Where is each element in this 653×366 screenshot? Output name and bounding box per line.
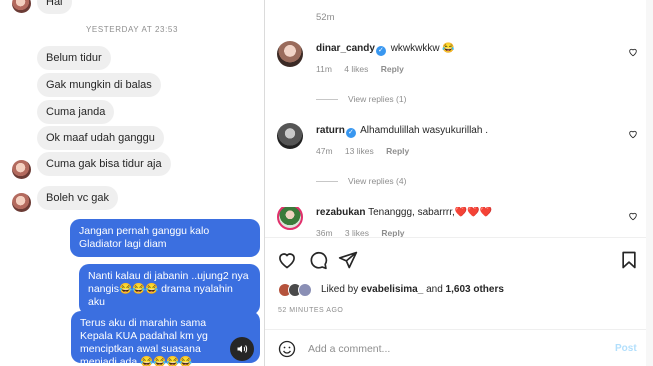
verified-badge-icon: ✓ [345,128,356,138]
comment-text: dinar_candy ✓ wkwkwkkw 😂 [316,43,455,56]
verified-badge-icon: ✓ [375,46,386,56]
comments-panel: 52m dinar_candy ✓ wkwkwkkw 😂 11m 4 likes … [265,0,653,366]
comment-likes[interactable]: 13 likes [345,146,374,156]
comment-likes[interactable]: 3 likes [345,228,369,237]
post-button[interactable]: Post [615,343,637,354]
comment-username[interactable]: rezabukan [316,207,365,218]
comment-text: rezabukan Tenanggg, sabarrrr,❤️❤️❤️ [316,207,492,218]
message-outgoing-text: Terus aku di marahin sama Kepala KUA pad… [80,317,208,366]
message-incoming: Boleh vc gak [37,186,118,210]
scrollbar[interactable] [646,0,653,366]
divider [265,329,653,330]
comment-like-icon[interactable] [628,47,638,57]
reply-button[interactable]: Reply [386,146,409,156]
comment-icon[interactable] [308,250,328,270]
comment-like-icon[interactable] [628,129,638,139]
view-replies-button[interactable]: View replies (4) [316,176,406,186]
send-icon[interactable] [338,250,358,270]
comment-like-icon[interactable] [628,211,638,221]
comment-body: Alhamdulillah wasyukurillah . [360,125,488,136]
comment-username[interactable]: dinar_candy [316,43,375,54]
message-incoming: Cuma gak bisa tidur aja [37,152,171,176]
comment-item: rezabukan Tenanggg, sabarrrr,❤️❤️❤️ 36m … [265,207,653,237]
message-incoming: Hai [37,0,72,14]
comment-meta: 11m 4 likes Reply [316,64,414,74]
comment-text: raturn ✓ Alhamdulillah wasyukurillah . [316,125,488,138]
add-comment-input[interactable] [308,340,598,358]
liked-by-user[interactable]: evabelisima_ [361,284,423,295]
avatar[interactable] [277,207,303,230]
sender-avatar [12,193,31,212]
comment-age: 36m [316,228,333,237]
comment-body: wkwkwkkw 😂 [390,43,455,54]
comment-age: 47m [316,146,333,156]
view-replies-button[interactable]: View replies (1) [316,94,406,104]
sender-avatar [12,160,31,179]
liked-by-text: Liked by evabelisima_ and 1,603 others [321,284,504,295]
message-incoming: Cuma janda [37,100,115,124]
avatar [298,283,312,297]
message-outgoing: Jangan pernah ganggu kalo Gladiator lagi… [70,219,260,257]
message-incoming: Ok maaf udah ganggu [37,126,164,150]
comment-meta: 47m 13 likes Reply [316,146,419,156]
comment-username[interactable]: raturn [316,125,345,136]
post-timestamp: 52 MINUTES AGO [278,307,344,314]
avatar[interactable] [277,123,303,149]
sender-avatar [12,0,31,13]
avatar[interactable] [277,41,303,67]
comment-likes[interactable]: 4 likes [344,64,368,74]
message-incoming: Gak mungkin di balas [37,73,161,97]
bookmark-icon[interactable] [619,250,639,270]
likes-summary: Liked by evabelisima_ and 1,603 others [278,281,648,299]
emoji-icon[interactable] [278,340,296,358]
liked-by-others[interactable]: 1,603 others [446,284,504,295]
dm-chat-screenshot: Hai YESTERDAY AT 23:53 Belum tidur Gak m… [0,0,264,366]
comment-time: 52m [316,12,335,23]
comment-body: Tenanggg, sabarrrr,❤️❤️❤️ [368,207,493,218]
reply-button[interactable]: Reply [381,228,404,237]
speaker-icon[interactable] [230,337,254,361]
comment-meta: 36m 3 likes Reply [316,228,415,237]
message-outgoing: Nanti kalau di jabanin ..ujung2 nya nang… [79,264,260,315]
date-separator: YESTERDAY AT 23:53 [85,25,179,34]
message-incoming: Belum tidur [37,46,111,70]
divider [265,237,653,238]
reply-button[interactable]: Reply [381,64,404,74]
comment-age: 11m [316,64,332,74]
heart-icon[interactable] [277,250,297,270]
